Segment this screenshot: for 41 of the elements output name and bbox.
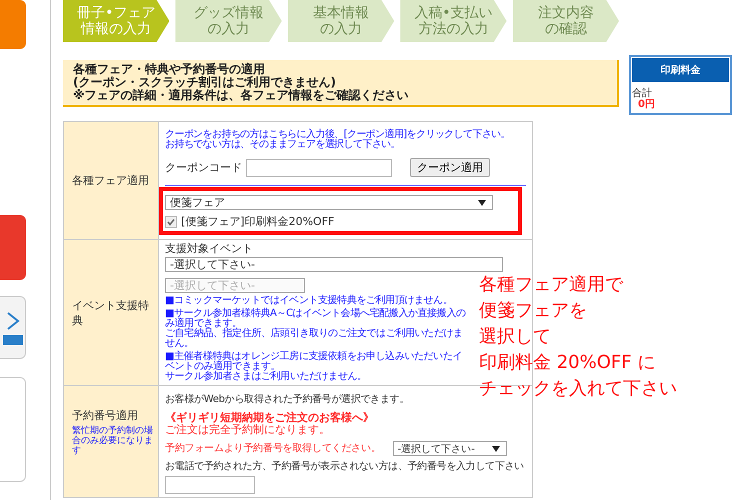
- price-title: 印刷料金: [632, 58, 729, 82]
- instruction-text: クーポンをお持ちの方はこちらに入力後、[クーポン適用]をクリックして下さい。 お持ちでない方は、そのままフェアを選択して下さい。: [165, 130, 512, 150]
- event-heading: 支援対象イベント: [165, 243, 254, 255]
- note-text: ■コミックマーケットではイベント支援特典をご利用頂けません。: [165, 296, 454, 306]
- coupon-apply-button[interactable]: クーポン適用: [410, 158, 490, 177]
- note-text: ■主催者様特典はオレンジ工房に支援依頼をお申し込みいただいたイベントのみ適用できます。 サークル参加者さまはご利用いただけません。: [165, 352, 464, 382]
- annotation-text: 各種フェア適用で 便箋フェアを 選択して 印刷料金 20%OFF に チェックを入れて下さい: [479, 273, 677, 401]
- total-value: 0円: [637, 99, 656, 111]
- coupon-input[interactable]: [246, 158, 392, 176]
- step-tab[interactable]: 冊子•フェア 情報の入力: [63, 0, 170, 42]
- discount-label: [便箋フェア]印刷料金20%OFF: [181, 214, 334, 229]
- row-sublabel: 繁忙期の予約制の場合のみ必要になります: [72, 426, 154, 456]
- fair-select[interactable]: 便箋フェア: [165, 195, 493, 210]
- check-icon: [166, 216, 176, 226]
- step-tab[interactable]: 入稿•支払い 方法の入力: [400, 0, 507, 42]
- caret-icon: [478, 200, 486, 206]
- step-tab[interactable]: 基本情報 の入力: [288, 0, 394, 42]
- side-tab[interactable]: [0, 0, 26, 49]
- row-label: 予約番号適用: [72, 408, 139, 423]
- warning-text: ご注文は完全予約制になります。: [165, 424, 331, 436]
- reservation-select[interactable]: -選択して下さい-: [392, 441, 507, 456]
- row-label: イベント支援特典: [63, 240, 159, 385]
- step-tab[interactable]: 注文内容 の確認: [512, 0, 620, 42]
- reservation-input[interactable]: [165, 476, 255, 494]
- notice-banner: 各種フェア・特典や予約番号の適用 (クーポン・スクラッチ割引はご利用できません) ※フェアの詳細・適用条件は、各フェア情報をご確認ください: [63, 60, 619, 107]
- step-tab[interactable]: グッズ情報 の入力: [175, 0, 282, 42]
- event-select[interactable]: -選択して下さい-: [165, 257, 503, 272]
- coupon-label: クーポンコード: [165, 160, 242, 175]
- caret-icon: [492, 446, 500, 452]
- intro-text: お客様がWebから取得された予約番号が選択できます。: [165, 394, 410, 406]
- phone-note: お電話で予約された方、予約番号が表示されない方は、予約番号を入力して下さい: [165, 461, 525, 473]
- total-label: 合計: [632, 88, 653, 99]
- form-prompt: 予約フォームより予約番号を取得してください。: [165, 442, 381, 454]
- discount-checkbox[interactable]: [165, 216, 177, 228]
- side-strip: [2, 334, 22, 345]
- side-tab[interactable]: [0, 214, 26, 280]
- row-label: 各種フェア適用: [63, 122, 159, 239]
- chevron-icon: [6, 310, 20, 331]
- side-card[interactable]: [0, 296, 26, 360]
- note-text: ■サークル参加者様特典A～Cはイベント会場へ宅配搬入か直接搬入のみ適用できます。 ご自宅納品、指定住所、店頭引き取りのご注文ではご利用いただけません。: [165, 309, 466, 349]
- warning-title: 《ギリギリ短期納期をご注文のお客様へ》: [165, 412, 375, 424]
